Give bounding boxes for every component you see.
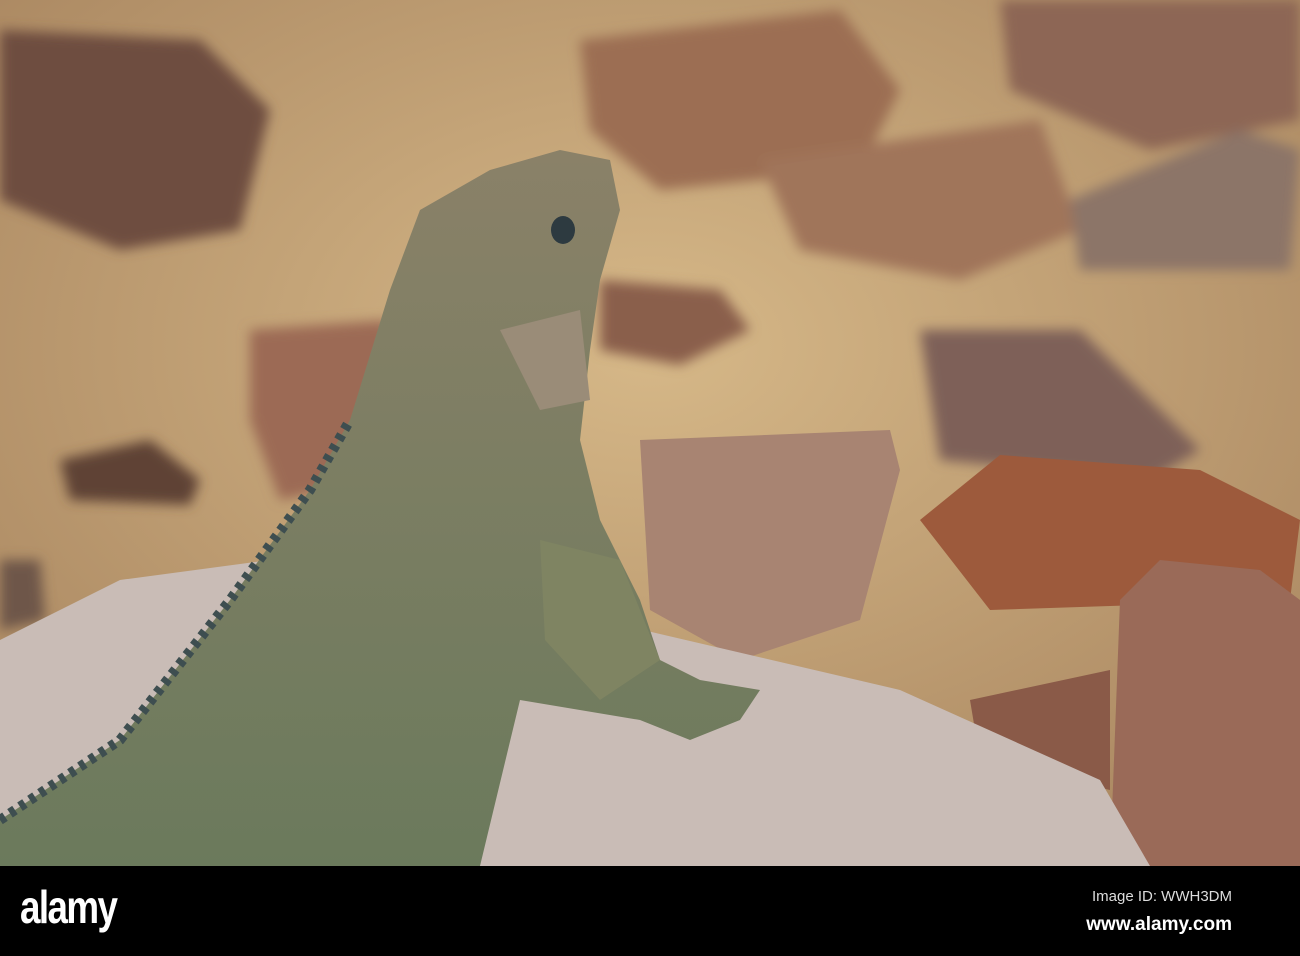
- rock-right: [1110, 560, 1300, 866]
- watermark-bar: alamy Image ID: WWH3DM www.alamy.com: [0, 866, 1300, 956]
- image-id-label: Image ID: WWH3DM: [1091, 888, 1232, 905]
- alamy-logo: alamy: [20, 881, 118, 933]
- iguana-photo: [0, 0, 1300, 866]
- image-root: alamy Image ID: WWH3DM www.alamy.com: [0, 0, 1300, 956]
- site-url: www.alamy.com: [1086, 914, 1232, 935]
